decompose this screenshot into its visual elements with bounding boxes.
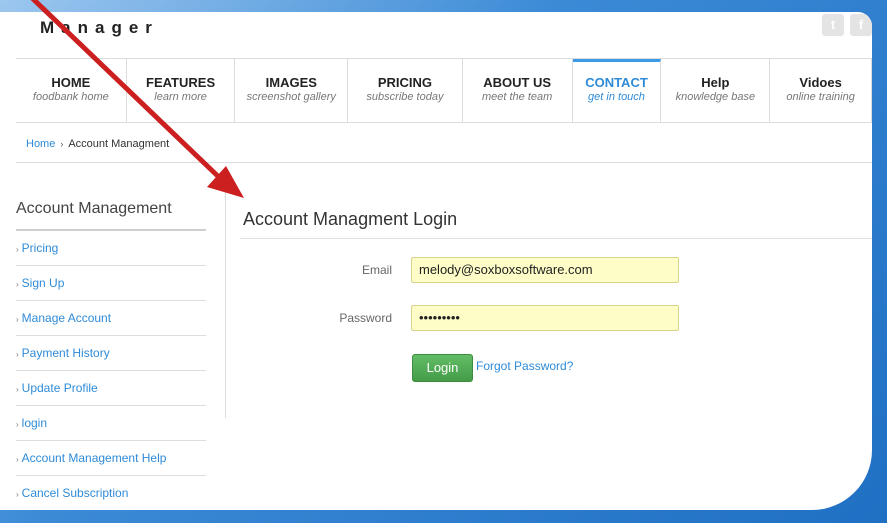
annotation-arrow-icon xyxy=(30,0,244,198)
